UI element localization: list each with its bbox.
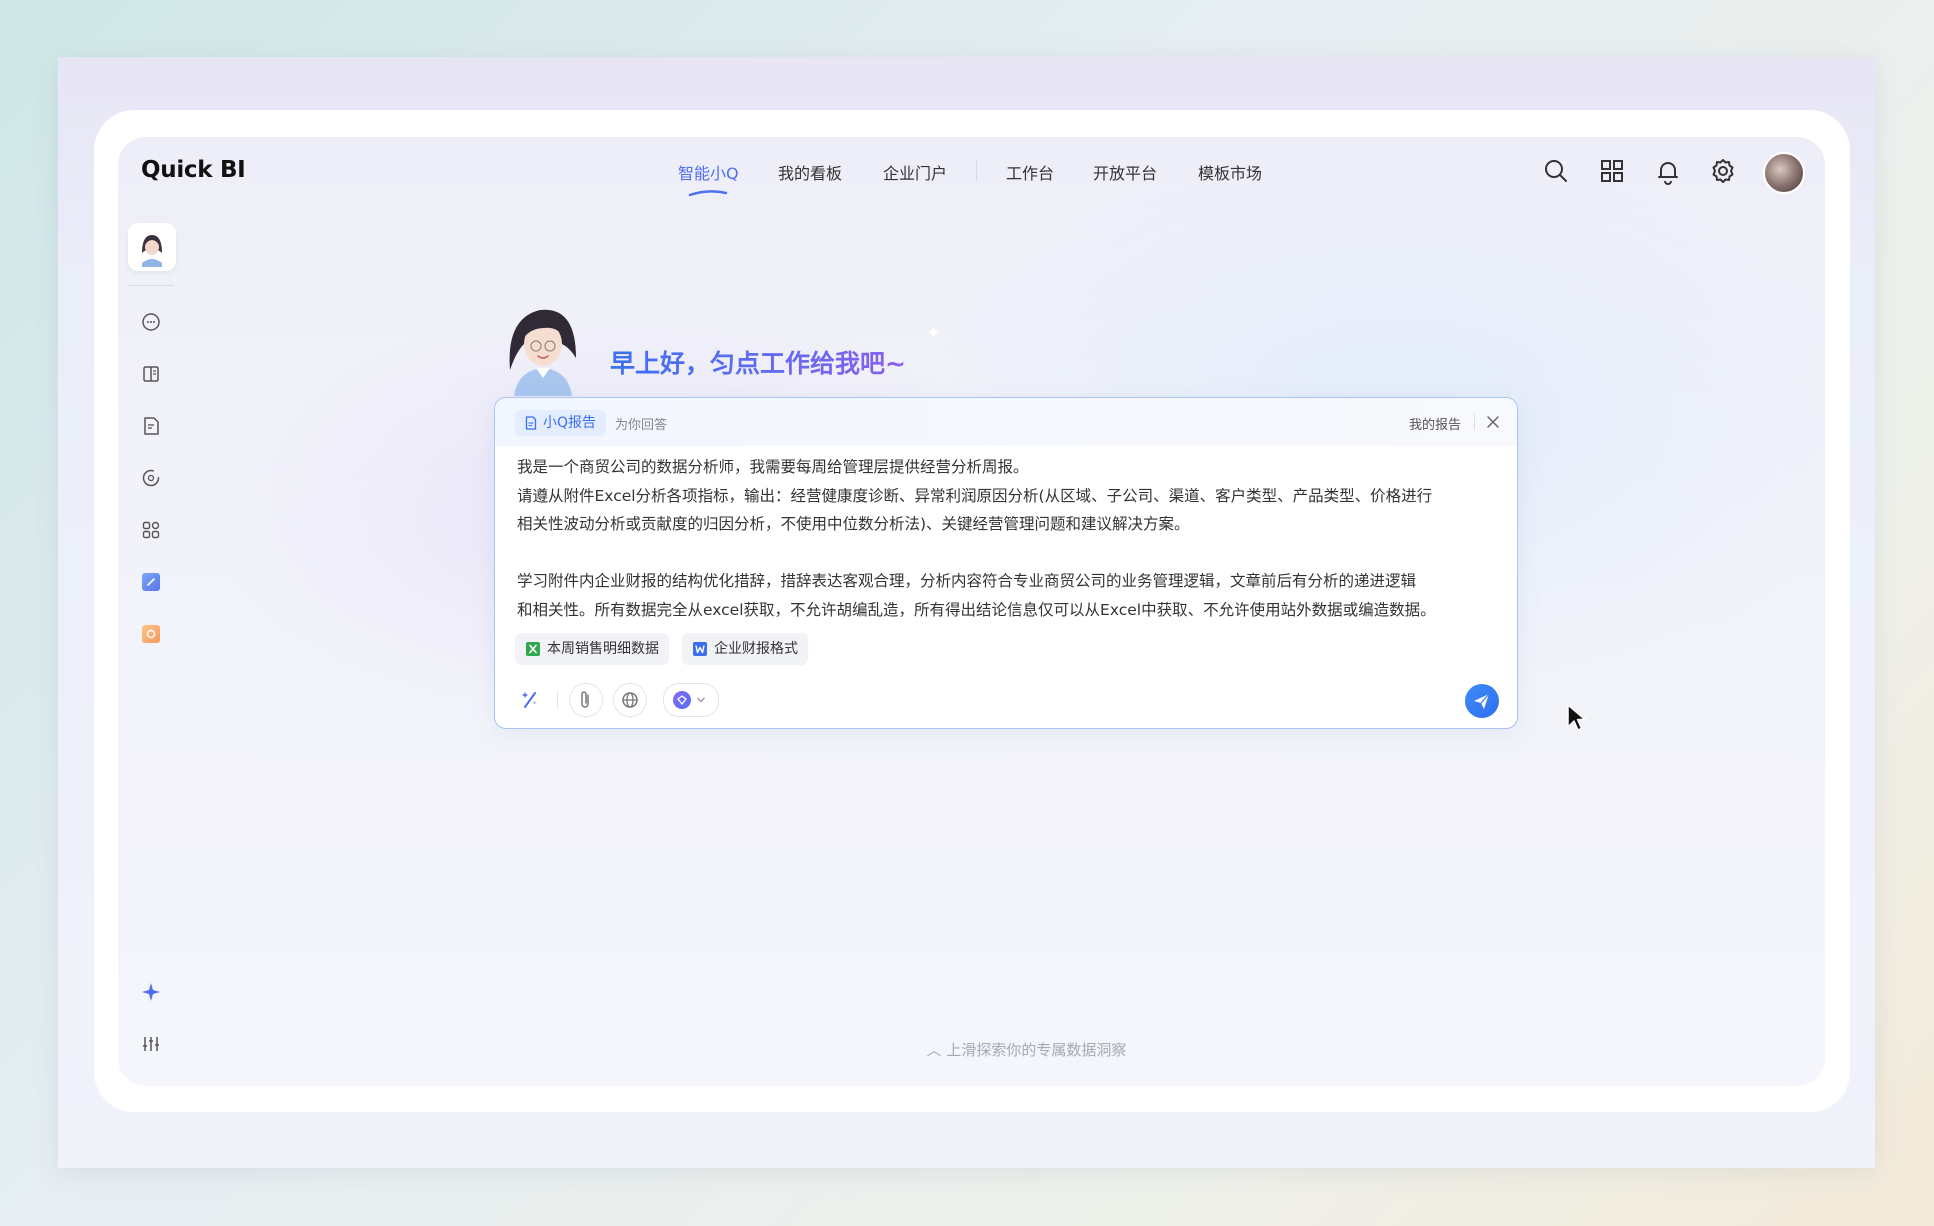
excel-file-icon bbox=[526, 642, 540, 656]
prompt-line: 和相关性。所有数据完全从excel获取，不允许胡编乱造，所有得出结论信息仅可以从… bbox=[517, 600, 1436, 619]
header-separator bbox=[1474, 414, 1475, 430]
sparkle-decoration-icon: ✦ bbox=[926, 323, 942, 344]
mode-tag-report[interactable]: 小Q报告 bbox=[515, 410, 607, 436]
active-tab-underline bbox=[688, 190, 728, 197]
close-icon[interactable] bbox=[1485, 414, 1501, 430]
magic-wand-icon[interactable] bbox=[515, 683, 547, 715]
my-report-link[interactable]: 我的报告 bbox=[1409, 414, 1461, 433]
send-button[interactable] bbox=[1465, 684, 1499, 718]
chat-card-header: 小Q报告 为你回答 我的报告 bbox=[495, 398, 1517, 446]
sparkle-icon[interactable] bbox=[140, 981, 162, 1003]
nav-tab-template-market[interactable]: 模板市场 bbox=[1198, 160, 1262, 184]
gear-icon[interactable] bbox=[1709, 157, 1737, 185]
toolbar-separator bbox=[557, 691, 558, 709]
mouse-cursor-icon bbox=[1567, 704, 1586, 731]
prompt-textarea[interactable]: 我是一个商贸公司的数据分析师，我需要每周给管理层提供经营分析周报。 请遵从附件E… bbox=[517, 453, 1502, 624]
prompt-line: 请遵从附件Excel分析各项指标，输出：经营健康度诊断、异常利润原因分析(从区域… bbox=[517, 486, 1433, 505]
nav-tab-smart-q[interactable]: 智能小Q bbox=[678, 160, 739, 184]
report-doc-icon[interactable] bbox=[140, 415, 162, 437]
nav-tab-workbench[interactable]: 工作台 bbox=[1006, 160, 1054, 184]
report-tag-icon bbox=[525, 416, 537, 430]
insight-icon[interactable] bbox=[140, 467, 162, 489]
word-file-icon bbox=[693, 642, 707, 656]
user-avatar[interactable] bbox=[1763, 152, 1805, 194]
mode-subtitle: 为你回答 bbox=[615, 418, 668, 433]
apps-icon[interactable] bbox=[140, 519, 162, 541]
blue-app-icon[interactable] bbox=[140, 571, 162, 593]
prompt-line: 学习附件内企业财报的结构优化措辞，措辞表达客观合理，分析内容符合专业商贸公司的业… bbox=[517, 572, 1417, 590]
globe-icon[interactable] bbox=[613, 683, 647, 717]
assistant-face-icon bbox=[142, 235, 162, 267]
attachment-chip-excel[interactable]: 本周销售明细数据 bbox=[515, 633, 669, 665]
chevron-down-icon bbox=[697, 697, 705, 703]
mode-tag-label: 小Q报告 bbox=[543, 415, 597, 431]
orange-app-icon[interactable] bbox=[140, 623, 162, 645]
send-plane-icon bbox=[1474, 693, 1490, 709]
chat-icon[interactable] bbox=[140, 311, 162, 333]
attachment-chip-word[interactable]: 企业财报格式 bbox=[682, 633, 808, 665]
nav-tab-my-dashboards[interactable]: 我的看板 bbox=[778, 160, 842, 184]
main-panel: Quick BI 智能小Q 我的看板 企业门户 工作台 开放平台 模板市场 早上… bbox=[118, 137, 1825, 1086]
sidebar-divider bbox=[128, 285, 174, 286]
greeting-text: 早上好，匀点工作给我吧~ bbox=[610, 344, 906, 380]
prompt-line: 相关性波动分析或贡献度的归因分析，不使用中位数分析法)、关键经营管理问题和建议解… bbox=[517, 515, 1190, 533]
search-icon[interactable] bbox=[1542, 157, 1570, 185]
model-logo-icon bbox=[673, 691, 691, 709]
apps-grid-icon[interactable] bbox=[1598, 157, 1626, 185]
prompt-blank-line bbox=[517, 539, 1502, 568]
assistant-avatar[interactable] bbox=[128, 223, 176, 271]
chat-input-card: 小Q报告 为你回答 我的报告 我是一个商贸公司的数据分析师，我需要每周给管理层提… bbox=[494, 397, 1518, 729]
attachment-name: 本周销售明细数据 bbox=[547, 641, 659, 657]
model-selector[interactable] bbox=[663, 683, 719, 717]
book-icon[interactable] bbox=[140, 363, 162, 385]
nav-tab-enterprise-portal[interactable]: 企业门户 bbox=[883, 160, 947, 184]
scroll-up-hint[interactable]: ︿ 上滑探索你的专属数据洞察 bbox=[118, 1039, 1825, 1060]
bell-icon[interactable] bbox=[1654, 157, 1682, 185]
nav-separator bbox=[976, 161, 977, 181]
paperclip-icon[interactable] bbox=[569, 683, 603, 717]
prompt-line: 我是一个商贸公司的数据分析师，我需要每周给管理层提供经营分析周报。 bbox=[517, 458, 1029, 476]
sidebar bbox=[118, 137, 184, 1086]
assistant-hero-avatar bbox=[509, 309, 576, 396]
attachment-name: 企业财报格式 bbox=[714, 641, 798, 657]
nav-tab-open-platform[interactable]: 开放平台 bbox=[1093, 160, 1157, 184]
